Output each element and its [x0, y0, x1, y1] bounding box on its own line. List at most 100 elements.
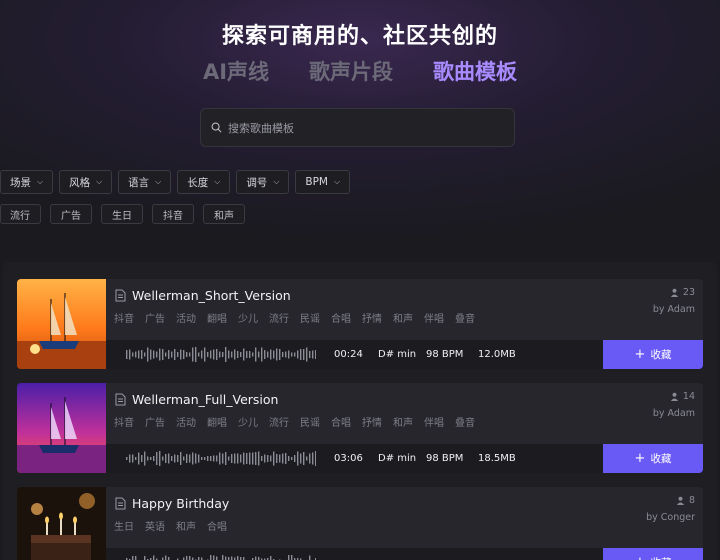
waveform-bar	[144, 352, 146, 357]
waveform-bar	[150, 349, 152, 360]
waveform-bar	[204, 457, 206, 460]
song-title[interactable]: Wellerman_Full_Version	[132, 392, 278, 407]
song-title[interactable]: Wellerman_Short_Version	[132, 288, 291, 303]
waveform-bar	[138, 350, 140, 359]
waveform-bar	[264, 350, 266, 359]
waveform-bar	[210, 350, 212, 359]
waveform-bar	[222, 453, 224, 464]
song-tag[interactable]: 翻唱	[207, 310, 227, 325]
song-tag[interactable]: 流行	[269, 414, 289, 429]
song-tag[interactable]: 抖音	[114, 414, 134, 429]
filter-language[interactable]: 语言 ⌵	[118, 170, 172, 194]
song-tag[interactable]: 伴唱	[424, 310, 444, 325]
favorite-button[interactable]: + 收藏	[603, 444, 703, 473]
song-card[interactable]: Wellerman_Full_Version 抖音 广告 活动 翻唱 少儿 流行…	[17, 383, 703, 473]
song-tag[interactable]: 少儿	[238, 310, 258, 325]
filter-key[interactable]: 调号 ⌵	[236, 170, 290, 194]
quick-tag[interactable]: 生日	[101, 204, 143, 224]
waveform-bar	[219, 351, 221, 358]
waveform-bar	[240, 454, 242, 463]
plus-icon: +	[634, 347, 646, 362]
plus-icon: +	[635, 555, 646, 560]
waveform[interactable]	[126, 450, 316, 467]
song-tag[interactable]: 抒情	[362, 310, 382, 325]
song-title[interactable]: Happy Birthday	[132, 496, 229, 511]
waveform-bar	[237, 556, 239, 560]
document-icon	[115, 393, 126, 406]
quick-tag[interactable]: 抖音	[152, 204, 194, 224]
song-tag[interactable]: 翻唱	[207, 414, 227, 429]
waveform-bar	[282, 453, 284, 464]
song-tag[interactable]: 广告	[145, 414, 165, 429]
song-tag[interactable]: 和声	[176, 518, 196, 533]
song-tag[interactable]: 民谣	[300, 414, 320, 429]
song-tag[interactable]: 合唱	[331, 414, 351, 429]
audio-player[interactable]	[106, 548, 603, 560]
waveform-bar	[258, 351, 260, 358]
waveform-bar	[225, 556, 227, 560]
filter-length[interactable]: 长度 ⌵	[177, 170, 231, 194]
quick-tags: 流行 广告 生日 抖音 和声	[0, 204, 245, 224]
waveform-bar	[192, 452, 194, 465]
song-tag[interactable]: 少儿	[238, 414, 258, 429]
waveform-bar	[189, 454, 191, 463]
waveform-bar	[177, 455, 179, 462]
song-tag[interactable]: 合唱	[207, 518, 227, 533]
song-tag[interactable]: 生日	[114, 518, 134, 533]
filter-style[interactable]: 风格 ⌵	[59, 170, 113, 194]
tab-vocal-clips[interactable]: 歌声片段	[309, 56, 393, 86]
waveform-bar	[225, 452, 227, 465]
waveform-bar	[279, 349, 281, 360]
song-tag[interactable]: 流行	[269, 310, 289, 325]
tab-ai-voice[interactable]: AI声线	[203, 56, 269, 86]
filter-bpm[interactable]: BPM ⌵	[295, 170, 351, 194]
filter-label: 调号	[246, 176, 268, 189]
search-input[interactable]: 搜索歌曲模板	[200, 108, 515, 147]
waveform-bar	[222, 352, 224, 357]
waveform-bar	[288, 456, 290, 461]
quick-tag[interactable]: 广告	[50, 204, 92, 224]
waveform-bar	[201, 350, 203, 359]
waveform-bar	[258, 451, 260, 466]
filter-scene[interactable]: 场景 ⌵	[0, 170, 54, 194]
chevron-down-icon: ⌵	[273, 177, 280, 186]
audio-player[interactable]: 03:06 D# min 98 BPM 18.5MB	[106, 444, 603, 473]
quick-tag[interactable]: 流行	[0, 204, 41, 224]
filter-bar: 场景 ⌵ 风格 ⌵ 语言 ⌵ 长度 ⌵ 调号 ⌵ BPM ⌵	[0, 170, 351, 194]
favorite-button[interactable]: + 收藏	[603, 548, 703, 560]
song-tag[interactable]: 和声	[393, 310, 413, 325]
waveform-bar	[225, 347, 227, 362]
song-tag[interactable]: 广告	[145, 310, 165, 325]
song-tag[interactable]: 抒情	[362, 414, 382, 429]
waveform[interactable]	[126, 554, 316, 560]
waveform[interactable]	[126, 346, 316, 363]
tab-song-templates[interactable]: 歌曲模板	[433, 56, 517, 86]
song-tag[interactable]: 叠音	[455, 310, 475, 325]
song-tag[interactable]: 抖音	[114, 310, 134, 325]
song-tag[interactable]: 活动	[176, 414, 196, 429]
song-tag[interactable]: 和声	[393, 414, 413, 429]
waveform-bar	[147, 347, 149, 362]
waveform-bar	[303, 349, 305, 360]
chevron-down-icon: ⌵	[334, 177, 341, 186]
song-tag[interactable]: 伴唱	[424, 414, 444, 429]
waveform-bar	[234, 349, 236, 360]
song-card[interactable]: Happy Birthday 生日 英语 和声 合唱 8 by Conger +…	[17, 487, 703, 560]
waveform-bar	[306, 347, 308, 362]
song-tag[interactable]: 活动	[176, 310, 196, 325]
song-tag[interactable]: 民谣	[300, 310, 320, 325]
waveform-bar	[282, 352, 284, 357]
waveform-bar	[132, 352, 134, 357]
waveform-bar	[231, 454, 233, 463]
song-tag[interactable]: 英语	[145, 518, 165, 533]
waveform-bar	[294, 455, 296, 462]
quick-tag[interactable]: 和声	[203, 204, 245, 224]
song-card[interactable]: Wellerman_Short_Version 抖音 广告 活动 翻唱 少儿 流…	[17, 279, 703, 369]
waveform-bar	[183, 350, 185, 359]
waveform-bar	[273, 350, 275, 359]
waveform-bar	[234, 453, 236, 464]
favorite-button[interactable]: + 收藏	[603, 340, 703, 369]
song-tag[interactable]: 叠音	[455, 414, 475, 429]
audio-player[interactable]: 00:24 D# min 98 BPM 12.0MB	[106, 340, 603, 369]
song-tag[interactable]: 合唱	[331, 310, 351, 325]
